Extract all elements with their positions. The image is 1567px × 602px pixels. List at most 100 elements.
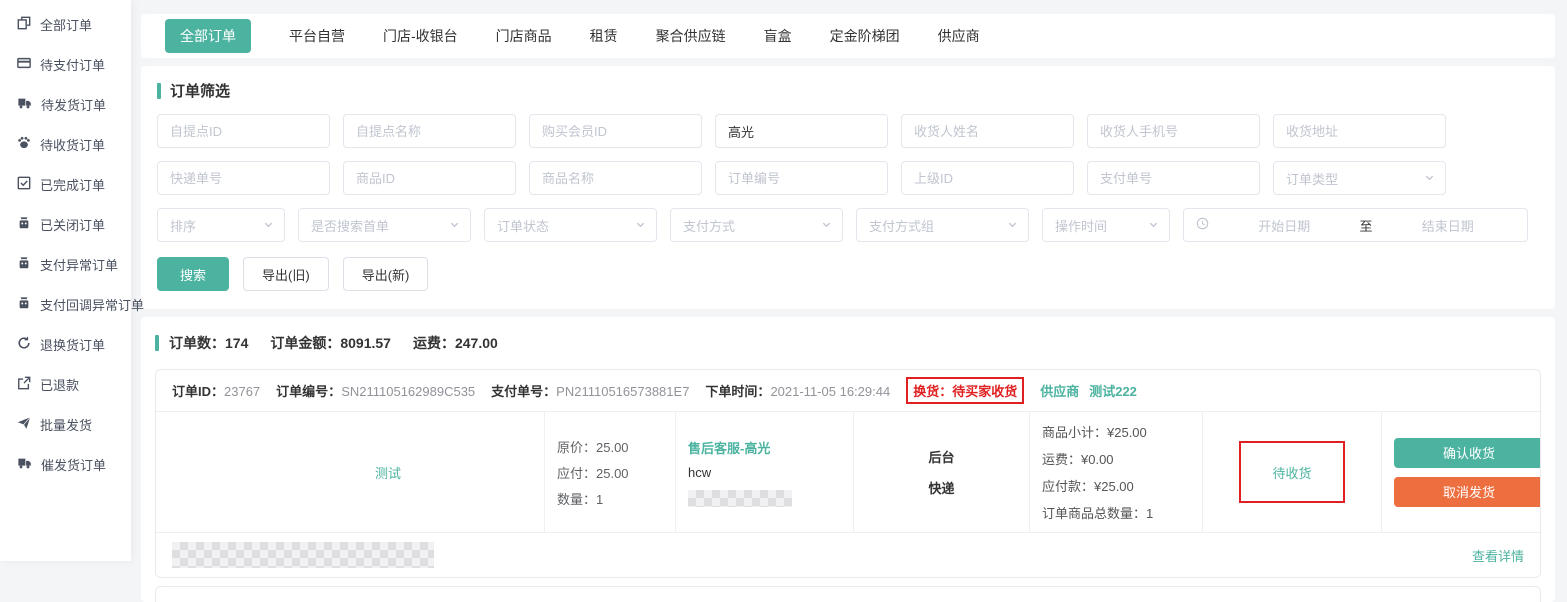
credit-card-icon [17, 56, 31, 73]
order-header: 订单ID：23767 订单编号：SN211105162989C535 支付单号：… [156, 370, 1540, 412]
sidebar-item-pending-payment[interactable]: 待支付订单 [0, 44, 131, 84]
order-filter-panel: 订单筛选 订单类型 排序 [141, 66, 1555, 309]
tab-deposit-ladder[interactable]: 定金阶梯团 [830, 26, 900, 46]
chevron-down-icon [1424, 171, 1435, 186]
chevron-down-icon [821, 218, 832, 233]
copy-icon [17, 16, 31, 33]
sidebar-item-label: 批量发货 [40, 415, 92, 434]
freight-fee: 运费：¥0.00 [1042, 449, 1190, 468]
order-amount: 订单金额：8091.57 [270, 333, 391, 353]
date-range-separator: 至 [1360, 216, 1373, 235]
sidebar-item-label: 待收货订单 [40, 135, 105, 154]
order-count: 订单数：174 [169, 333, 248, 353]
truck-icon [17, 96, 32, 113]
amount-payable: 应付款：¥25.00 [1042, 476, 1190, 495]
tab-supplier[interactable]: 供应商 [938, 26, 980, 46]
sidebar-item-label: 已关闭订单 [40, 215, 105, 234]
confirm-receipt-button[interactable]: 确认收货 [1394, 438, 1541, 468]
status-annotation-box: 待收货 [1239, 441, 1345, 503]
truck-icon [17, 456, 32, 473]
customer-cell: 售后客服-高光 hcw [675, 412, 853, 532]
sidebar-item-urge-shipment[interactable]: 催发货订单 [0, 444, 131, 484]
search-button[interactable]: 搜索 [157, 257, 229, 291]
view-detail-link[interactable]: 查看详情 [1472, 546, 1524, 565]
sidebar-item-refunded[interactable]: 已退款 [0, 364, 131, 404]
parent-id-input[interactable] [901, 161, 1074, 195]
robot-icon [17, 256, 31, 273]
start-date-placeholder[interactable]: 开始日期 [1217, 216, 1352, 235]
sidebar-item-completed[interactable]: 已完成订单 [0, 164, 131, 204]
end-date-placeholder[interactable]: 结束日期 [1381, 216, 1516, 235]
sidebar-item-label: 支付异常订单 [40, 255, 118, 274]
tab-blind-box[interactable]: 盲盒 [764, 26, 792, 46]
order-footer: 查看详情 [156, 532, 1540, 577]
tab-supply-chain[interactable]: 聚合供应链 [656, 26, 726, 46]
filter-row-1 [141, 114, 1555, 148]
product-name[interactable]: 测试 [375, 463, 401, 482]
sidebar-item-closed[interactable]: 已关闭订单 [0, 204, 131, 244]
date-range-picker[interactable]: 开始日期 至 结束日期 [1183, 208, 1528, 242]
sidebar-item-batch-shipment[interactable]: 批量发货 [0, 404, 131, 444]
receiver-name-input[interactable] [901, 114, 1074, 148]
supplier-name[interactable]: 测试222 [1089, 381, 1137, 400]
first-order-select[interactable]: 是否搜索首单 [298, 208, 471, 242]
product-id-input[interactable] [343, 161, 516, 195]
tab-rental[interactable]: 租赁 [590, 26, 618, 46]
tab-platform-self[interactable]: 平台自营 [289, 26, 345, 46]
sidebar-item-label: 已退款 [40, 375, 79, 394]
sidebar-item-label: 待发货订单 [41, 95, 106, 114]
main-content: 全部订单 平台自营 门店-收银台 门店商品 租赁 聚合供应链 盲盒 定金阶梯团 … [131, 0, 1567, 561]
delivery-source: 后台 [928, 447, 954, 466]
sidebar-item-pending-receipt[interactable]: 待收货订单 [0, 124, 131, 164]
order-type-select[interactable]: 订单类型 [1273, 161, 1446, 195]
sidebar-item-payment-error[interactable]: 支付异常订单 [0, 244, 131, 284]
payment-group-select[interactable]: 支付方式组 [856, 208, 1029, 242]
tab-all-orders[interactable]: 全部订单 [165, 19, 251, 53]
tracking-number-input[interactable] [157, 161, 330, 195]
sidebar-item-label: 全部订单 [40, 15, 92, 34]
payment-method-select[interactable]: 支付方式 [670, 208, 843, 242]
sort-select[interactable]: 排序 [157, 208, 285, 242]
sidebar-item-label: 已完成订单 [40, 175, 105, 194]
tab-store-goods[interactable]: 门店商品 [496, 26, 552, 46]
sidebar-item-payment-callback-error[interactable]: 支付回调异常订单 [0, 284, 131, 324]
order-status: 待收货 [1272, 463, 1311, 482]
receiver-address-input[interactable] [1273, 114, 1446, 148]
supplier-label: 供应商 [1040, 381, 1079, 400]
tab-store-cashier[interactable]: 门店-收银台 [383, 26, 458, 46]
sidebar-item-returns[interactable]: 退换货订单 [0, 324, 131, 364]
cancel-shipment-button[interactable]: 取消发货 [1394, 477, 1541, 507]
receiver-phone-input[interactable] [1087, 114, 1260, 148]
original-price: 原价：25.00 [557, 437, 663, 456]
pickup-point-id-input[interactable] [157, 114, 330, 148]
sidebar-item-label: 催发货订单 [41, 455, 106, 474]
order-card: 订单ID：23767 订单编号：SN211105162989C535 支付单号：… [155, 369, 1541, 578]
pickup-point-name-input[interactable] [343, 114, 516, 148]
product-image[interactable] [301, 441, 363, 503]
buyer-member-id-input[interactable] [529, 114, 702, 148]
exchange-status-badge: 换货：待买家收货 [906, 377, 1024, 404]
robot-icon [17, 216, 31, 233]
nickname-input[interactable] [715, 114, 888, 148]
filter-section-title: 订单筛选 [141, 80, 1555, 101]
filter-row-2: 订单类型 [141, 161, 1555, 195]
totals-cell: 商品小计：¥25.00 运费：¥0.00 应付款：¥25.00 订单商品总数量：… [1029, 412, 1202, 532]
orders-list-panel: 订单数：174 订单金额：8091.57 运费：247.00 订单ID：2376… [141, 317, 1555, 602]
operation-time-select[interactable]: 操作时间 [1042, 208, 1170, 242]
payment-sn-input[interactable] [1087, 161, 1260, 195]
share-icon [17, 376, 31, 393]
chevron-down-icon [263, 218, 274, 233]
next-order-card-partial [155, 586, 1541, 602]
export-new-button[interactable]: 导出(新) [343, 257, 429, 291]
total-quantity: 订单商品总数量：1 [1042, 503, 1190, 522]
order-sn-input[interactable] [715, 161, 888, 195]
chevron-down-icon [1007, 218, 1018, 233]
sidebar: 全部订单 待支付订单 待发货订单 待收货订单 已完成订单 已关闭订单 支付异常订… [0, 0, 131, 561]
status-cell: 待收货 [1202, 412, 1381, 532]
export-old-button[interactable]: 导出(旧) [243, 257, 329, 291]
sidebar-item-all-orders[interactable]: 全部订单 [0, 4, 131, 44]
product-name-input[interactable] [529, 161, 702, 195]
sidebar-item-pending-shipment[interactable]: 待发货订单 [0, 84, 131, 124]
order-status-select[interactable]: 订单状态 [484, 208, 657, 242]
filter-buttons: 搜索 导出(旧) 导出(新) [141, 257, 1555, 291]
